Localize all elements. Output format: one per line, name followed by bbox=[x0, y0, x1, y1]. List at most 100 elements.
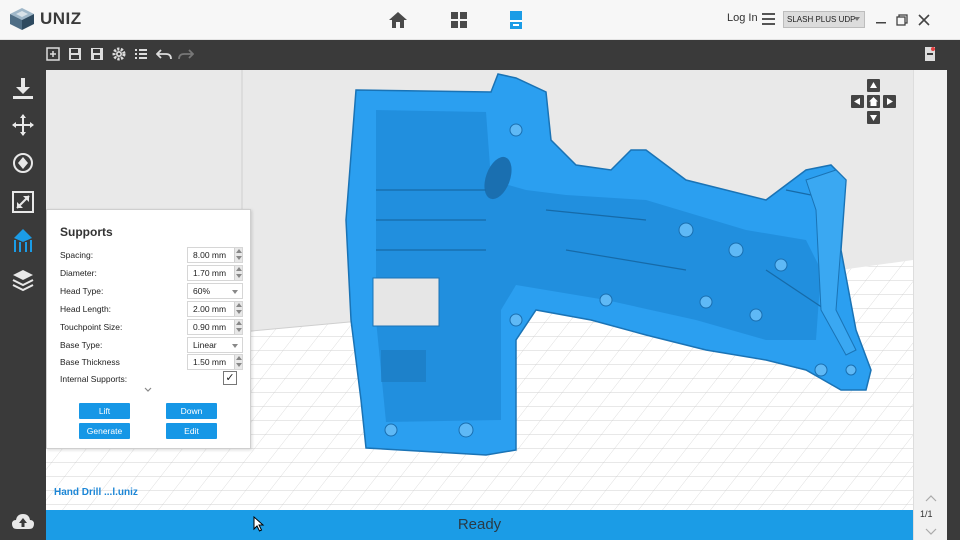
title-bar: UNIZ Log In SLASH PLUS UDP bbox=[0, 0, 960, 40]
add-file-icon bbox=[46, 47, 60, 61]
scale-button[interactable] bbox=[9, 188, 37, 216]
spacing-label: Spacing: bbox=[60, 250, 94, 260]
restore-button[interactable] bbox=[895, 13, 909, 27]
view-down-button[interactable] bbox=[867, 111, 880, 124]
import-button[interactable] bbox=[9, 74, 37, 102]
head-length-row: Head Length: 2.00 mm bbox=[60, 301, 243, 317]
upload-cloud-icon bbox=[12, 514, 34, 529]
diameter-row: Diameter: 1.70 mm bbox=[60, 265, 243, 281]
scroll-down-icon bbox=[925, 528, 937, 535]
head-type-row: Head Type: 60% bbox=[60, 283, 243, 299]
model-filename[interactable]: Hand Drill ...l.uniz bbox=[54, 487, 138, 498]
redo-icon bbox=[178, 49, 194, 60]
restore-icon bbox=[896, 14, 908, 26]
scroll-up-icon bbox=[925, 495, 937, 502]
internal-supports-row: Internal Supports: ✓ bbox=[60, 371, 240, 387]
head-length-field[interactable]: 2.00 mm bbox=[187, 301, 243, 317]
view-navigation-pad bbox=[849, 79, 899, 127]
base-thickness-field[interactable]: 1.50 mm bbox=[187, 354, 243, 370]
tool-sidebar bbox=[0, 70, 46, 540]
head-length-label: Head Length: bbox=[60, 304, 112, 314]
nav-tab-print[interactable] bbox=[503, 8, 529, 32]
settings-gear-icon bbox=[112, 47, 126, 61]
logo-text: UNIZ bbox=[40, 9, 82, 28]
minimize-button[interactable] bbox=[874, 13, 888, 27]
supports-icon bbox=[14, 229, 32, 252]
redo-button[interactable] bbox=[178, 46, 194, 62]
supports-button[interactable] bbox=[9, 227, 37, 255]
chevron-down-icon bbox=[232, 290, 238, 294]
nav-tab-library[interactable] bbox=[446, 8, 472, 32]
internal-supports-label: Internal Supports: bbox=[60, 374, 128, 384]
layers-icon bbox=[12, 270, 34, 292]
base-type-value: Linear bbox=[193, 340, 217, 350]
save-as-button[interactable] bbox=[89, 46, 105, 62]
spin-arrows-icon[interactable] bbox=[234, 355, 242, 369]
layer-page-indicator: 1/1 bbox=[920, 509, 933, 519]
view-home-button[interactable] bbox=[867, 95, 880, 108]
close-icon bbox=[918, 14, 930, 26]
rotate-button[interactable] bbox=[9, 149, 37, 177]
base-thickness-label: Base Thickness bbox=[60, 357, 120, 367]
add-file-button[interactable] bbox=[45, 46, 61, 62]
supports-panel: Supports Spacing: 8.00 mm Diameter: 1.70… bbox=[46, 209, 251, 449]
upload-button[interactable] bbox=[9, 508, 37, 536]
internal-supports-checkbox[interactable]: ✓ bbox=[223, 371, 237, 385]
arrow-left-icon bbox=[854, 98, 860, 105]
spin-arrows-icon[interactable] bbox=[234, 302, 242, 316]
menu-hamburger-icon[interactable] bbox=[762, 13, 775, 25]
printer-select[interactable]: SLASH PLUS UDP bbox=[783, 11, 865, 28]
diameter-field[interactable]: 1.70 mm bbox=[187, 265, 243, 281]
layer-scrollbar[interactable] bbox=[913, 70, 947, 540]
spin-arrows-icon[interactable] bbox=[234, 248, 242, 262]
printer-status-icon bbox=[925, 47, 935, 61]
generate-button[interactable]: Generate bbox=[79, 423, 130, 439]
scrollbar-arrows bbox=[925, 495, 937, 535]
spin-arrows-icon[interactable] bbox=[234, 266, 242, 280]
spin-arrows-icon[interactable] bbox=[234, 320, 242, 334]
home-icon bbox=[389, 12, 407, 28]
save-as-icon bbox=[91, 48, 103, 60]
down-button[interactable]: Down bbox=[166, 403, 217, 419]
grid-icon bbox=[451, 12, 467, 28]
spacing-field[interactable]: 8.00 mm bbox=[187, 247, 243, 263]
arrow-up-icon bbox=[870, 82, 877, 88]
move-arrows-icon bbox=[12, 114, 34, 136]
nav-tab-home[interactable] bbox=[385, 8, 411, 32]
printer-tray-icon bbox=[510, 11, 522, 29]
lift-button[interactable]: Lift bbox=[79, 403, 130, 419]
head-type-label: Head Type: bbox=[60, 286, 104, 296]
close-button[interactable] bbox=[917, 13, 931, 27]
base-type-select[interactable]: Linear bbox=[187, 337, 243, 353]
settings-button[interactable] bbox=[111, 46, 127, 62]
view-up-button[interactable] bbox=[867, 79, 880, 92]
base-thickness-value: 1.50 mm bbox=[193, 357, 227, 367]
diameter-value: 1.70 mm bbox=[193, 268, 227, 278]
save-button[interactable] bbox=[67, 46, 83, 62]
diameter-label: Diameter: bbox=[60, 268, 97, 278]
edit-button[interactable]: Edit bbox=[166, 423, 217, 439]
login-link[interactable]: Log In bbox=[727, 12, 758, 24]
mouse-cursor-icon bbox=[253, 516, 265, 532]
rotate-icon bbox=[13, 153, 33, 173]
chevron-down-icon bbox=[232, 344, 238, 348]
head-length-value: 2.00 mm bbox=[193, 304, 227, 314]
head-type-select[interactable]: 60% bbox=[187, 283, 243, 299]
chevron-down-icon bbox=[854, 17, 860, 21]
touchpoint-size-field[interactable]: 0.90 mm bbox=[187, 319, 243, 335]
layers-button[interactable] bbox=[9, 266, 37, 294]
import-download-icon bbox=[13, 78, 33, 99]
spacing-value: 8.00 mm bbox=[193, 250, 227, 260]
view-left-button[interactable] bbox=[851, 95, 864, 108]
app-window: UNIZ Log In SLASH PLUS UDP Supports Spac… bbox=[0, 0, 960, 540]
view-right-button[interactable] bbox=[883, 95, 896, 108]
list-button[interactable] bbox=[133, 46, 149, 62]
base-type-row: Base Type: Linear bbox=[60, 337, 243, 353]
expand-chevron-icon[interactable] bbox=[144, 386, 152, 394]
list-icon bbox=[135, 49, 147, 59]
printer-status-button[interactable] bbox=[922, 46, 938, 62]
printer-select-value: SLASH PLUS UDP bbox=[787, 15, 856, 24]
move-button[interactable] bbox=[9, 111, 37, 139]
touchpoint-size-value: 0.90 mm bbox=[193, 322, 227, 332]
undo-button[interactable] bbox=[156, 46, 172, 62]
